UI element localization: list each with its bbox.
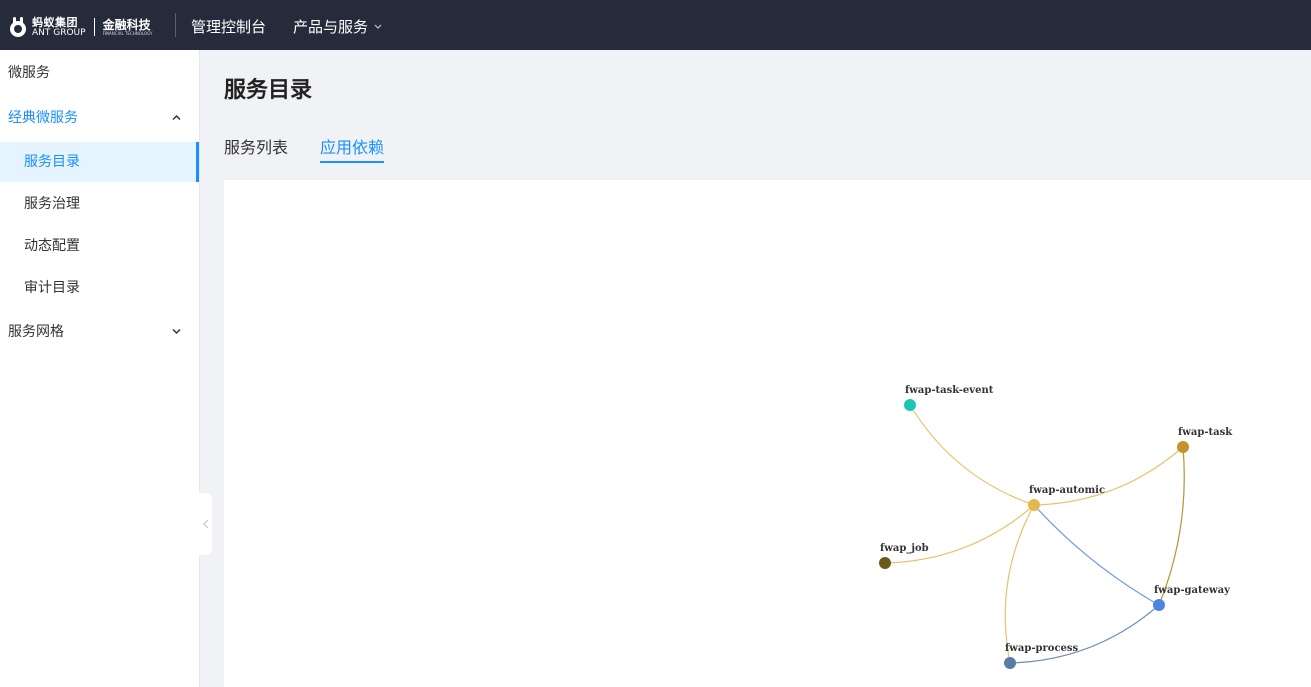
graph-edge bbox=[1033, 504, 1160, 606]
sidebar-item-service-governance[interactable]: 服务治理 bbox=[0, 184, 199, 224]
sidebar-item-label: 动态配置 bbox=[24, 238, 80, 254]
graph-node[interactable] bbox=[904, 399, 916, 411]
graph-edge bbox=[884, 504, 1035, 564]
graph-node[interactable] bbox=[1153, 599, 1165, 611]
tab-app-dependency[interactable]: 应用依赖 bbox=[320, 134, 384, 158]
sidebar: 微服务 经典微服务 服务目录 服务治理 动态配置 审计目录 服务网格 bbox=[0, 50, 200, 687]
active-tab-indicator bbox=[320, 161, 384, 163]
sidebar-item-service-catalog[interactable]: 服务目录 bbox=[0, 142, 199, 182]
chevron-down-icon bbox=[374, 24, 382, 29]
graph-edge bbox=[909, 404, 1035, 506]
sidebar-collapse-handle[interactable] bbox=[199, 493, 212, 555]
logo-en-text: ANT GROUP bbox=[32, 27, 86, 38]
top-bar: 蚂蚁集团 ANT GROUP 金融科技 FINANCIAL TECHNOLOGY… bbox=[0, 0, 1311, 50]
tab-service-list[interactable]: 服务列表 bbox=[224, 134, 288, 158]
sidebar-group-label: 经典微服务 bbox=[8, 110, 78, 126]
graph-node-label: fwap-gateway bbox=[1154, 585, 1231, 596]
graph-edge bbox=[1158, 446, 1185, 606]
logo-fin-en-text: FINANCIAL TECHNOLOGY bbox=[102, 30, 153, 36]
nav-products-menu[interactable]: 产品与服务 bbox=[293, 16, 382, 37]
graph-node[interactable] bbox=[1177, 441, 1189, 453]
graph-node-label: fwap_job bbox=[880, 543, 929, 554]
chevron-up-icon bbox=[172, 114, 181, 121]
sidebar-item-dynamic-config[interactable]: 动态配置 bbox=[0, 226, 199, 266]
ant-logo-icon bbox=[10, 17, 26, 37]
sidebar-group-mesh[interactable]: 服务网格 bbox=[0, 310, 199, 354]
dependency-graph[interactable]: fwap-task-event fwap-task fwap-automic fwap… bbox=[224, 180, 1311, 687]
sidebar-item-label: 审计目录 bbox=[24, 280, 80, 296]
sidebar-group-label: 服务网格 bbox=[8, 324, 64, 340]
graph-node[interactable] bbox=[879, 557, 891, 569]
graph-node-label: fwap-automic bbox=[1029, 485, 1105, 496]
topbar-divider bbox=[175, 13, 176, 37]
logo-divider bbox=[93, 18, 95, 36]
ant-group-logo[interactable]: 蚂蚁集团 ANT GROUP 金融科技 FINANCIAL TECHNOLOGY bbox=[8, 14, 152, 40]
logo-cn-text: 蚂蚁集团 bbox=[32, 15, 78, 29]
graph-node[interactable] bbox=[1004, 657, 1016, 669]
sidebar-item-label: 服务目录 bbox=[24, 154, 80, 170]
graph-node-label: fwap-task-event bbox=[905, 385, 994, 396]
graph-edge bbox=[1004, 504, 1035, 664]
sidebar-group-classic[interactable]: 经典微服务 bbox=[0, 96, 199, 140]
logo-fin-cn-text: 金融科技 bbox=[102, 17, 151, 32]
sidebar-item-label: 微服务 bbox=[8, 65, 50, 81]
graph-node-label: fwap-process bbox=[1005, 643, 1079, 654]
sidebar-item-audit-catalog[interactable]: 审计目录 bbox=[0, 268, 199, 308]
dependency-graph-panel[interactable]: fwap-task-event fwap-task fwap-automic fwap… bbox=[224, 180, 1311, 687]
graph-edge bbox=[1009, 604, 1160, 664]
page-title: 服务目录 bbox=[224, 78, 313, 103]
nav-products-label: 产品与服务 bbox=[293, 18, 369, 36]
nav-console-link[interactable]: 管理控制台 bbox=[191, 16, 266, 37]
chevron-left-icon bbox=[202, 519, 208, 529]
graph-edge bbox=[1033, 446, 1184, 506]
sidebar-item-microservice[interactable]: 微服务 bbox=[0, 50, 199, 96]
graph-node-label: fwap-task bbox=[1178, 427, 1233, 438]
sidebar-item-label: 服务治理 bbox=[24, 196, 80, 212]
chevron-down-icon bbox=[172, 328, 181, 335]
graph-node[interactable] bbox=[1028, 499, 1040, 511]
